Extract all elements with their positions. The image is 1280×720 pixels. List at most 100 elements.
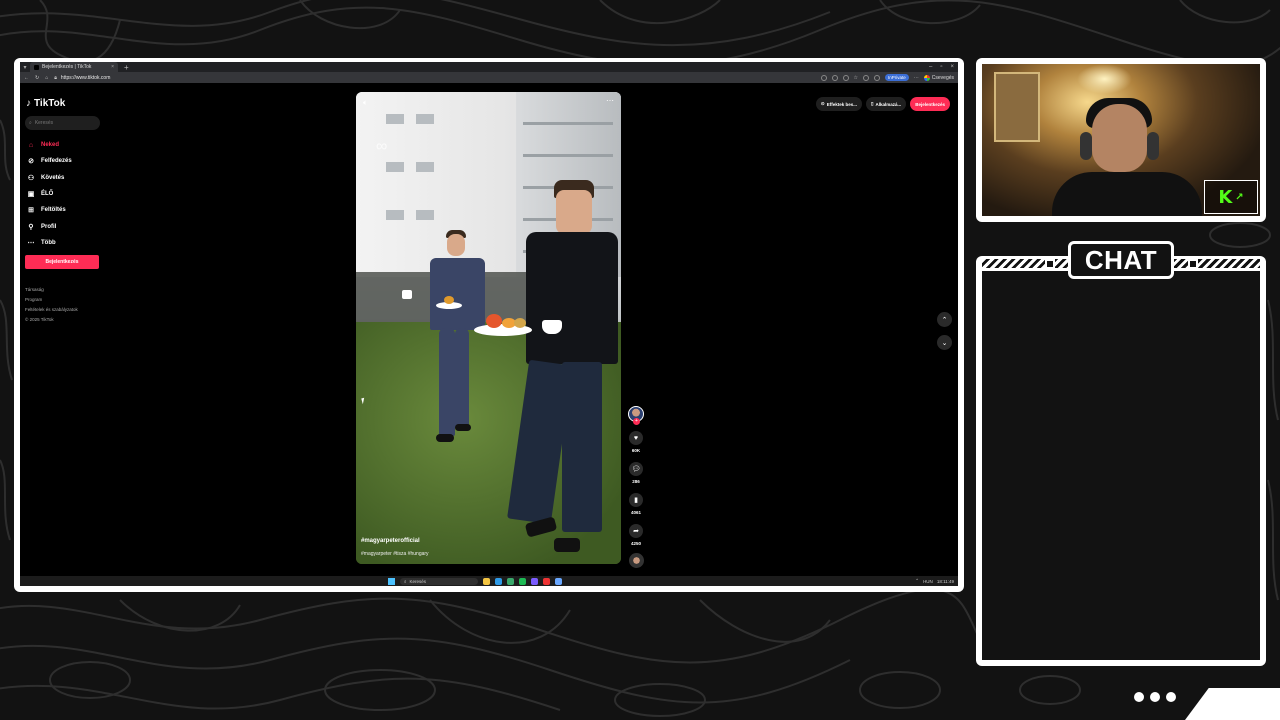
webcam-frame: K ↗ bbox=[976, 58, 1266, 222]
save-button[interactable]: ▮ bbox=[629, 493, 643, 507]
profile-button[interactable]: Csevegés bbox=[923, 74, 954, 81]
sidebar-item-label: Profil bbox=[41, 223, 57, 230]
maximize-icon[interactable]: ▫ bbox=[940, 64, 942, 70]
effects-icon: ⊙ bbox=[820, 101, 825, 106]
new-tab-icon[interactable]: + bbox=[124, 63, 129, 72]
favorite-star-icon[interactable]: ☆ bbox=[854, 75, 858, 81]
refresh-icon[interactable]: ↻ bbox=[35, 75, 39, 81]
sidebar-item-kovetes[interactable]: ⚇ Követés bbox=[27, 170, 72, 186]
sidebar-item-elo[interactable]: ▣ ÉLŐ bbox=[27, 186, 72, 202]
sidebar-item-label: Feltöltés bbox=[41, 207, 66, 214]
url-text: https://www.tiktok.com bbox=[60, 74, 111, 81]
footer-link[interactable]: Feltételek és szabályzatok bbox=[25, 305, 78, 315]
chevron-up-icon: ⌃ bbox=[941, 316, 948, 324]
tiktok-logo[interactable]: ♪ TikTok bbox=[26, 98, 65, 109]
language-indicator[interactable]: HUN bbox=[923, 579, 933, 584]
extension-icon[interactable] bbox=[831, 74, 838, 81]
share-arrow-icon: ➦ bbox=[633, 528, 639, 535]
browser-tab-strip: ▾ Bejelentkezés | TikTok × + – ▫ × bbox=[20, 62, 958, 72]
discord-icon[interactable] bbox=[531, 577, 538, 585]
windows-start-icon[interactable] bbox=[388, 577, 395, 585]
file-explorer-icon[interactable] bbox=[483, 577, 490, 585]
following-icon: ⚇ bbox=[27, 174, 35, 182]
video-author[interactable]: #magyarpeterofficial bbox=[361, 538, 420, 544]
tiktok-note-icon: ♪ bbox=[26, 98, 31, 109]
profile-label: Csevegés bbox=[931, 74, 954, 81]
screen-share: ▾ Bejelentkezés | TikTok × + – ▫ × ← ↻ ⌂… bbox=[20, 62, 958, 586]
windows-taskbar: ⌕ Keresés ⌃ HUN 18:11:49 bbox=[20, 576, 958, 586]
close-window-icon[interactable]: × bbox=[950, 64, 954, 70]
sidebar-item-label: Több bbox=[41, 239, 56, 246]
tab-close-icon[interactable]: × bbox=[111, 64, 114, 70]
music-disc-icon[interactable] bbox=[628, 553, 644, 568]
video-hashtags[interactable]: #magyarpeter #tisza #hungary bbox=[361, 551, 429, 557]
more-icon[interactable]: ⋯ bbox=[914, 75, 919, 81]
browser-tab[interactable]: Bejelentkezés | TikTok × bbox=[30, 62, 118, 72]
dot-icon bbox=[1150, 692, 1160, 702]
login-button[interactable]: Bejelentkezés bbox=[25, 255, 99, 269]
next-video-button[interactable]: ⌄ bbox=[937, 335, 952, 350]
phone-icon: ▯ bbox=[870, 101, 874, 106]
footer-link[interactable]: Program bbox=[25, 295, 78, 305]
back-icon[interactable]: ← bbox=[24, 75, 29, 81]
inprivate-badge[interactable]: InPrivate bbox=[885, 74, 909, 81]
top-actions: ⊙ Effektek bes... ▯ Alkalmazá... Bejelen… bbox=[815, 97, 950, 111]
tiktok-wordmark: TikTok bbox=[34, 98, 66, 109]
spotify-icon[interactable] bbox=[519, 577, 526, 585]
search-input[interactable]: ⌕ Keresés bbox=[25, 116, 100, 130]
chat-header-notch-right bbox=[1188, 259, 1198, 269]
address-bar[interactable]: 🔒︎ https://www.tiktok.com bbox=[54, 75, 814, 81]
follow-plus-icon[interactable]: + bbox=[633, 418, 640, 425]
chat-title: CHAT bbox=[1068, 241, 1174, 279]
sidebar-item-tobb[interactable]: ⋯ Több bbox=[27, 235, 72, 251]
extension-icon[interactable] bbox=[863, 74, 869, 81]
search-icon: ⌕ bbox=[404, 578, 407, 584]
share-button[interactable]: ➦ bbox=[629, 524, 643, 538]
sidebar-item-profil[interactable]: ⚲ Profil bbox=[27, 218, 72, 234]
taskbar-search[interactable]: ⌕ Keresés bbox=[400, 577, 478, 585]
sidebar-item-feltoltes[interactable]: ⊞ Feltöltés bbox=[27, 202, 72, 218]
bookmark-icon: ▮ bbox=[634, 497, 638, 504]
footer-link[interactable]: Társaság bbox=[25, 285, 78, 295]
minimize-icon[interactable]: – bbox=[929, 64, 932, 70]
chat-body bbox=[982, 262, 1260, 660]
video-more-icon[interactable]: ⋯ bbox=[606, 96, 614, 105]
tray-chevron-icon[interactable]: ⌃ bbox=[915, 578, 919, 584]
extension-icon[interactable] bbox=[820, 74, 827, 81]
search-icon: ⌕ bbox=[29, 120, 32, 126]
effects-button[interactable]: ⊙ Effektek bes... bbox=[815, 97, 862, 111]
home-icon[interactable]: ⌂ bbox=[45, 75, 48, 81]
video-player[interactable]: 🔈︎ ⋯ ∞ #magyarpeterofficial #magyarpeter… bbox=[356, 92, 621, 564]
obs-icon[interactable] bbox=[543, 577, 550, 585]
screen-share-frame: ▾ Bejelentkezés | TikTok × + – ▫ × ← ↻ ⌂… bbox=[14, 58, 964, 592]
app-icon[interactable] bbox=[555, 577, 562, 585]
comment-count: 286 bbox=[632, 479, 640, 484]
heart-icon: ♥ bbox=[633, 434, 639, 442]
decorative-dots bbox=[1134, 692, 1176, 702]
sidebar-item-label: Felfedezés bbox=[41, 158, 72, 165]
get-app-button[interactable]: ▯ Alkalmazá... bbox=[865, 97, 907, 111]
previous-video-button[interactable]: ⌃ bbox=[937, 312, 952, 327]
copyright: © 2025 TikTok bbox=[25, 317, 54, 322]
sidebar-item-neked[interactable]: ⌂ Neked bbox=[27, 137, 72, 153]
dot-icon bbox=[1134, 692, 1144, 702]
clock[interactable]: 18:11:49 bbox=[937, 579, 954, 584]
infinity-watermark-icon: ∞ bbox=[376, 138, 388, 155]
lock-icon: 🔒︎ bbox=[54, 74, 57, 81]
browser-tab-title: Bejelentkezés | TikTok bbox=[42, 64, 92, 70]
window-menu-icon[interactable]: ▾ bbox=[20, 64, 30, 71]
like-count: 60K bbox=[631, 448, 641, 453]
app-icon[interactable] bbox=[507, 577, 514, 585]
browser-toolbar: ← ↻ ⌂ 🔒︎ https://www.tiktok.com ☆ InPriv… bbox=[20, 72, 958, 83]
extension-icon[interactable] bbox=[842, 74, 849, 81]
like-button[interactable]: ♥ bbox=[629, 431, 643, 445]
edge-icon[interactable] bbox=[495, 577, 502, 585]
creator-avatar[interactable]: + bbox=[628, 406, 644, 425]
sidebar-item-label: Neked bbox=[41, 142, 60, 149]
sidebar-item-felfedezes[interactable]: ⊘ Felfedezés bbox=[27, 153, 72, 169]
login-button-top[interactable]: Bejelentkezés bbox=[910, 97, 950, 111]
comment-button[interactable]: 💬︎ bbox=[629, 462, 643, 476]
copilot-icon bbox=[923, 74, 930, 81]
volume-icon[interactable]: 🔈︎ bbox=[363, 98, 368, 108]
extension-icon[interactable] bbox=[874, 74, 880, 81]
